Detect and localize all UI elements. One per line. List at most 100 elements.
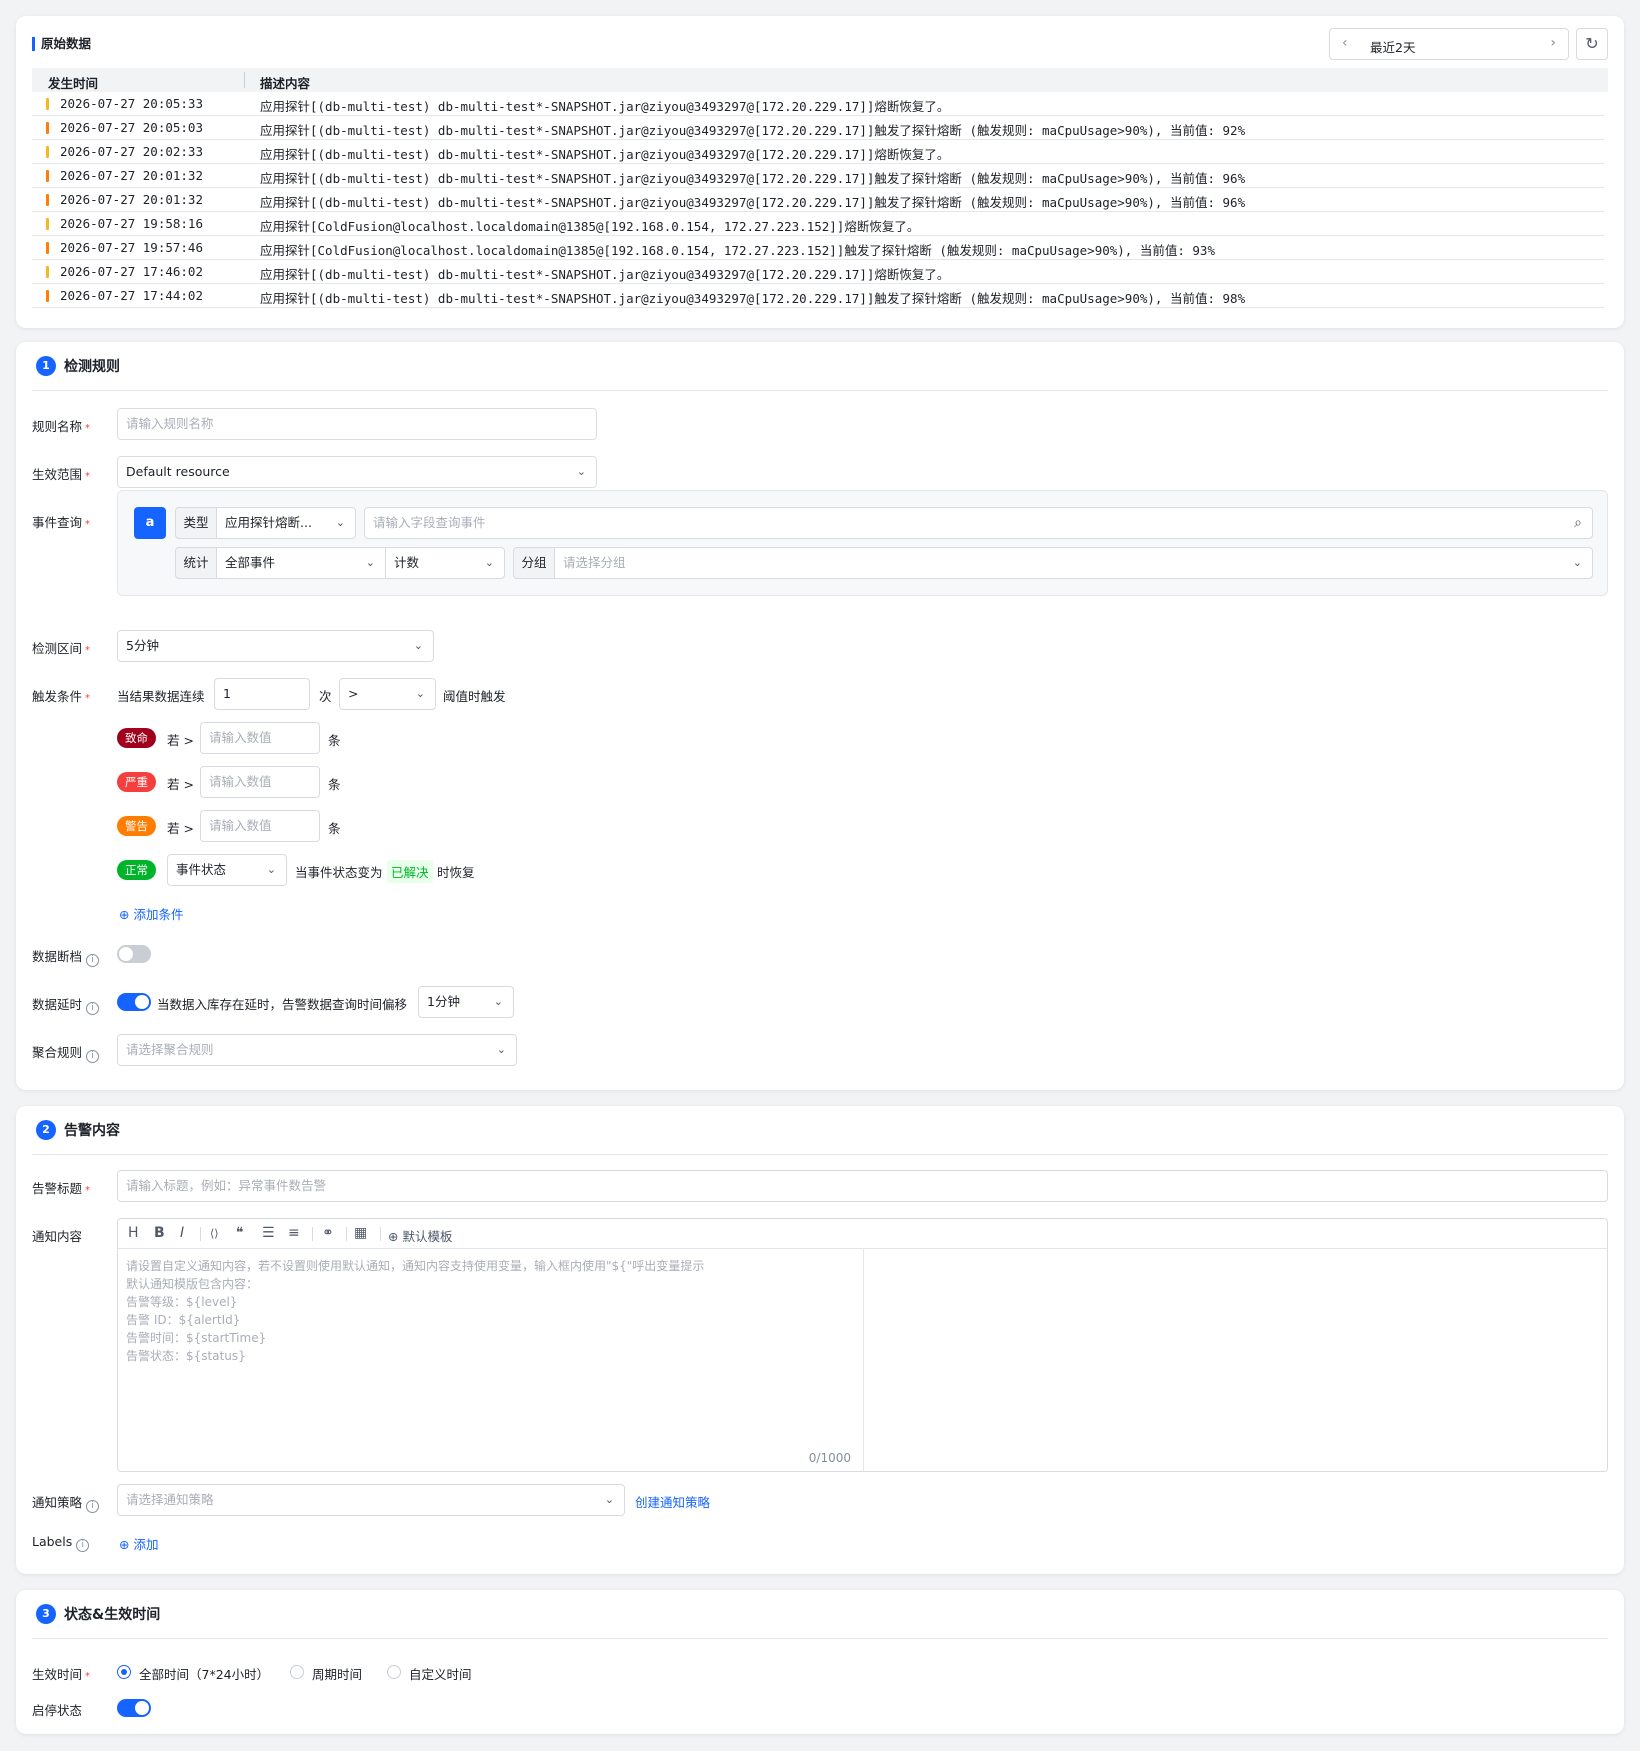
section-title: 状态&生效时间 xyxy=(64,1607,161,1623)
code-icon[interactable]: ⟨⟩ xyxy=(210,1227,219,1240)
add-label-button[interactable]: ⊕ 添加 xyxy=(119,1534,158,1553)
interval-select[interactable]: 5分钟 ⌄ xyxy=(117,630,434,662)
severity-threshold-input[interactable]: 请输入数值 xyxy=(200,810,320,842)
plus-circle-icon: ⊕ xyxy=(119,1537,130,1552)
bullet-list-icon[interactable]: ☰ xyxy=(262,1225,275,1241)
agg-select[interactable]: 计数 ⌄ xyxy=(385,547,505,579)
resolved-tag: 已解决 xyxy=(387,860,433,883)
effective-time-radio[interactable] xyxy=(117,1665,131,1679)
editor-toolbar: H B I ⟨⟩ ❝ ☰ ≡ ⚭ ▦ ⊕ 默认模板 xyxy=(118,1219,1607,1249)
chevron-down-icon: ⌄ xyxy=(413,639,423,652)
stat-select[interactable]: 全部事件 ⌄ xyxy=(216,547,386,579)
ordered-list-icon[interactable]: ≡ xyxy=(288,1225,300,1241)
char-count: 0/1000 xyxy=(808,1451,851,1465)
row-time: 2026-07-27 17:46:02 xyxy=(60,264,203,279)
info-icon: i xyxy=(86,1500,100,1513)
data-delay-toggle[interactable] xyxy=(117,993,151,1011)
row-time: 2026-07-27 20:01:32 xyxy=(60,192,203,207)
link-icon[interactable]: ⚭ xyxy=(322,1225,334,1241)
section-title: 检测规则 xyxy=(64,359,120,375)
event-query-label: 事件查询 * xyxy=(32,515,91,530)
data-break-toggle[interactable] xyxy=(117,945,151,963)
enable-status-label: 启停状态 xyxy=(32,1703,83,1718)
row-time: 2026-07-27 19:58:16 xyxy=(60,216,203,231)
raw-data-card: 原始数据 ‹ 最近2天 › ↻ 发生时间 描述内容 2026-07-27 20:… xyxy=(16,16,1624,328)
alert-title-input[interactable]: 请输入标题，例如：异常事件数告警 xyxy=(117,1170,1608,1202)
severity-threshold-input[interactable]: 请输入数值 xyxy=(200,722,320,754)
heading-icon[interactable]: H xyxy=(128,1225,139,1241)
effective-time-option-label[interactable]: 周期时间 xyxy=(312,1664,362,1683)
rule-name-input[interactable]: 请输入规则名称 xyxy=(117,408,597,440)
table-row: 2026-07-27 20:02:33 应用探针[(db-multi-test) … xyxy=(32,140,1604,164)
severity-threshold-input[interactable]: 请输入数值 xyxy=(200,766,320,798)
chevron-down-icon: ⌄ xyxy=(576,465,586,478)
create-policy-link[interactable]: 创建通知策略 xyxy=(635,1492,710,1511)
step-number: 3 xyxy=(36,1604,56,1624)
merge-rule-select[interactable]: 请选择聚合规则 ⌄ xyxy=(117,1034,517,1066)
quote-icon[interactable]: ❝ xyxy=(236,1225,244,1241)
trigger-count-input[interactable]: 1 xyxy=(214,678,310,710)
delay-text: 当数据入库存在延时，告警数据查询时间偏移 xyxy=(157,997,408,1012)
editor-input[interactable]: 请设置自定义通知内容，若不设置则使用默认通知，通知内容支持使用变量，输入框内使用… xyxy=(118,1249,864,1471)
info-icon: i xyxy=(86,1002,100,1015)
enable-status-toggle[interactable] xyxy=(117,1699,151,1717)
type-addon: 类型 xyxy=(175,507,217,539)
italic-icon[interactable]: I xyxy=(180,1225,184,1241)
chevron-down-icon: ⌄ xyxy=(335,516,345,529)
time-range-label: 最近2天 xyxy=(1370,40,1416,55)
group-select[interactable]: 请选择分组 ⌄ xyxy=(554,547,1593,579)
table-row: 2026-07-27 19:58:16 应用探针[ColdFusion@local… xyxy=(32,212,1604,236)
editor-preview xyxy=(865,1249,1607,1471)
table-header: 发生时间 描述内容 xyxy=(32,68,1608,92)
field-query-input[interactable]: 请输入字段查询事件 ⌕ xyxy=(364,507,1593,539)
normal-text: 当事件状态变为 xyxy=(295,865,383,880)
info-icon: i xyxy=(76,1539,90,1552)
raw-data-title: 原始数据 xyxy=(32,37,91,51)
table-row: 2026-07-27 20:05:33 应用探针[(db-multi-test) … xyxy=(32,92,1604,116)
severity-tag: 严重 xyxy=(117,772,156,792)
chevron-left-icon[interactable]: ‹ xyxy=(1342,35,1348,51)
chevron-down-icon: ⌄ xyxy=(266,863,276,876)
level-indicator xyxy=(46,122,49,134)
level-indicator xyxy=(46,242,49,254)
effective-time-radio[interactable] xyxy=(387,1665,401,1679)
bold-icon[interactable]: B xyxy=(154,1225,165,1241)
type-select[interactable]: 应用探针熔断... ⌄ xyxy=(216,507,356,539)
effective-time-radio[interactable] xyxy=(290,1665,304,1679)
recover-text: 时恢复 xyxy=(437,865,475,880)
notify-content-label: 通知内容 xyxy=(32,1229,83,1244)
alert-content-card: 2 告警内容 告警标题 * 请输入标题，例如：异常事件数告警 通知内容 H B I… xyxy=(16,1106,1624,1574)
trigger-prefix: 当结果数据连续 xyxy=(117,689,205,704)
effective-time-option-label[interactable]: 全部时间（7*24小时） xyxy=(139,1664,269,1683)
search-icon[interactable]: ⌕ xyxy=(1574,508,1582,538)
trigger-operator-select[interactable]: > ⌄ xyxy=(339,678,436,710)
default-template-button[interactable]: ⊕ 默认模板 xyxy=(388,1226,452,1245)
row-time: 2026-07-27 17:44:02 xyxy=(60,288,203,303)
chevron-down-icon: ⌄ xyxy=(415,687,425,700)
level-indicator xyxy=(46,170,49,182)
labels-label: Labels i xyxy=(32,1534,90,1552)
row-time: 2026-07-27 20:05:03 xyxy=(60,120,203,135)
effective-time-option-label[interactable]: 自定义时间 xyxy=(409,1664,472,1683)
trigger-label: 触发条件 * xyxy=(32,689,91,704)
notify-editor: H B I ⟨⟩ ❝ ☰ ≡ ⚭ ▦ ⊕ 默认模板 请设置自定义通知内容，若不设… xyxy=(117,1218,1608,1472)
severity-if: 若 > xyxy=(167,733,194,748)
delay-select[interactable]: 1分钟 ⌄ xyxy=(418,986,514,1018)
rule-name-label: 规则名称 * xyxy=(32,419,91,434)
time-range-picker[interactable]: ‹ 最近2天 › xyxy=(1329,28,1569,60)
notify-policy-select[interactable]: 请选择通知策略 ⌄ xyxy=(117,1484,625,1516)
divider xyxy=(32,1638,1608,1639)
table-icon[interactable]: ▦ xyxy=(354,1225,367,1241)
query-letter-badge: a xyxy=(134,507,166,539)
row-time: 2026-07-27 19:57:46 xyxy=(60,240,203,255)
refresh-button[interactable]: ↻ xyxy=(1576,28,1608,60)
severity-if: 若 > xyxy=(167,821,194,836)
level-indicator xyxy=(46,218,49,230)
scope-select[interactable]: Default resource ⌄ xyxy=(117,456,597,488)
chevron-right-icon[interactable]: › xyxy=(1550,35,1556,51)
normal-status-select[interactable]: 事件状态 ⌄ xyxy=(167,854,287,886)
add-condition-button[interactable]: ⊕ 添加条件 xyxy=(119,904,183,923)
chevron-down-icon: ⌄ xyxy=(1572,556,1582,569)
column-divider[interactable] xyxy=(244,72,245,88)
section-header: 2 告警内容 xyxy=(36,1120,120,1140)
